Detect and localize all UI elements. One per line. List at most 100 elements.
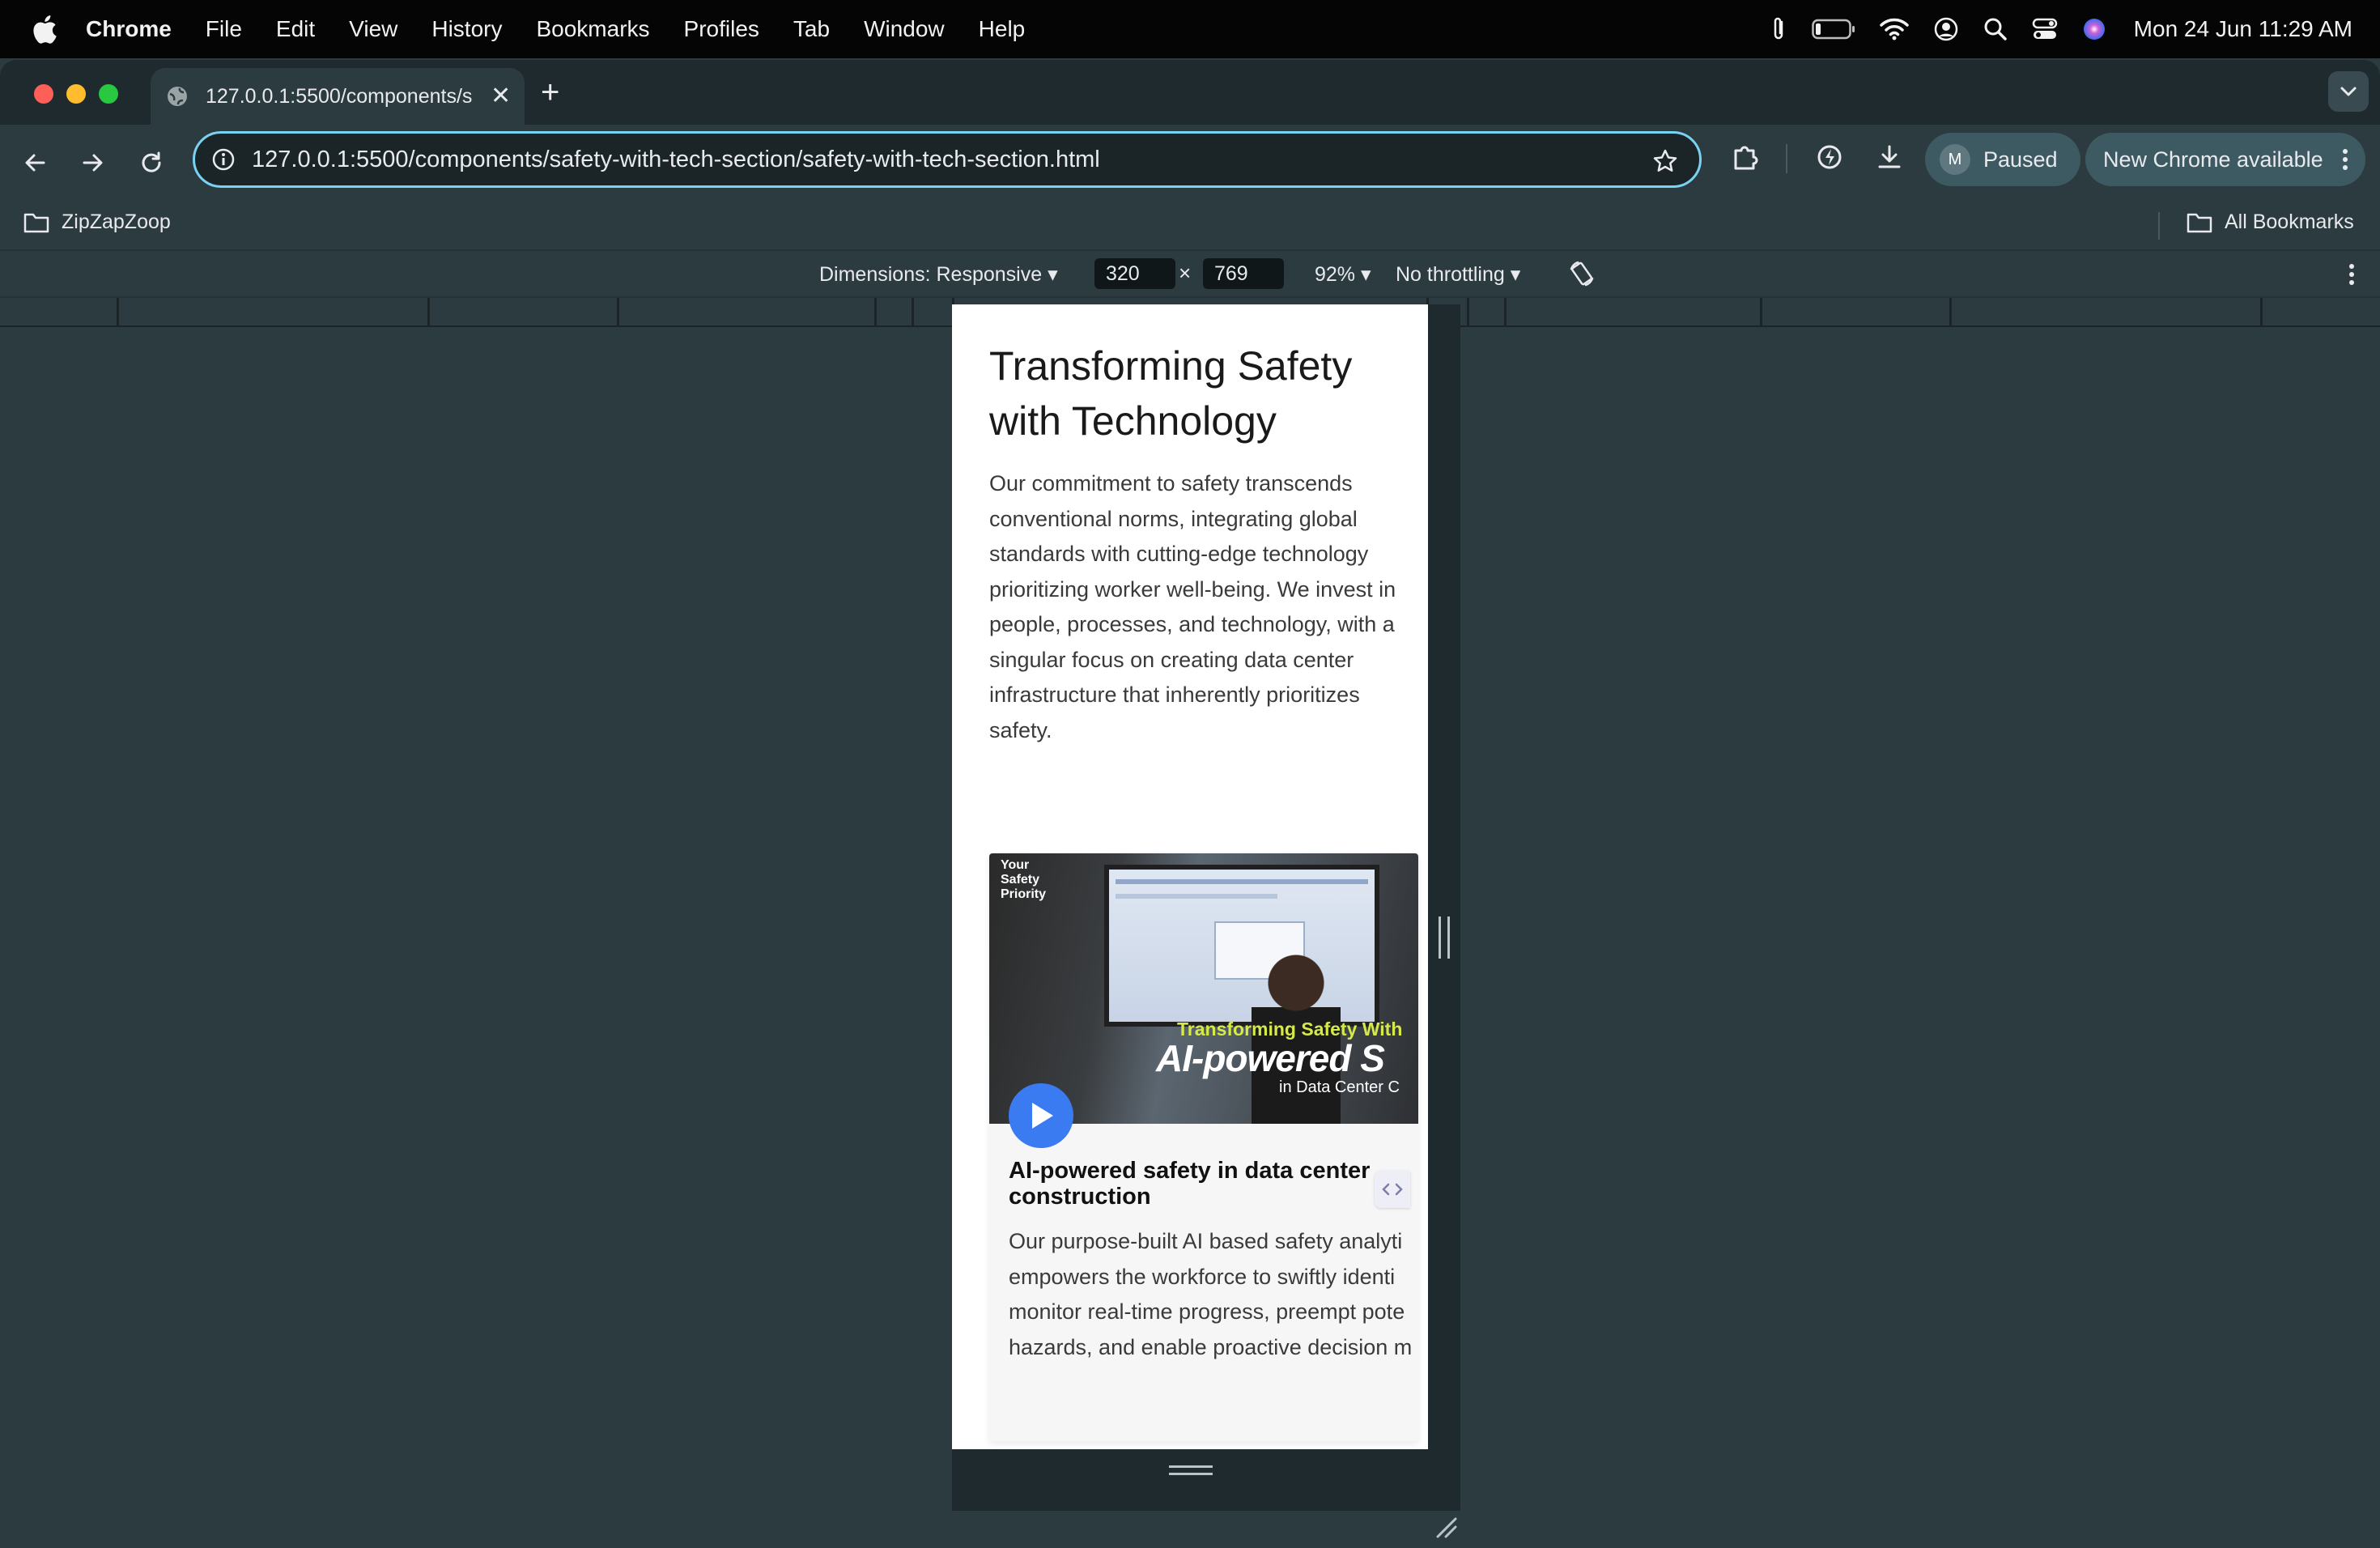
screen-bar <box>1116 879 1368 884</box>
video-thumbnail[interactable]: Your Safety Priority Transforming Safety… <box>989 853 1418 1124</box>
apple-icon[interactable] <box>29 13 58 45</box>
chevron-down-icon <box>2340 87 2357 96</box>
resize-corner-icon[interactable] <box>1434 1516 1457 1538</box>
dimension-separator: × <box>1179 261 1192 285</box>
card-description-line: empowers the workforce to swiftly identi <box>1009 1264 1396 1289</box>
back-button[interactable] <box>16 144 53 181</box>
device-toolbar: Dimensions: Responsive ▾ 320 × 769 92% ▾… <box>0 251 2380 298</box>
profile-status: Paused <box>1983 147 2058 172</box>
ruler-tick <box>874 298 877 327</box>
zoom-dropdown[interactable]: 92% ▾ <box>1315 262 1371 287</box>
profile-button[interactable]: M Paused <box>1925 133 2080 186</box>
screen-bar <box>1116 894 1277 899</box>
code-icon <box>1382 1183 1403 1196</box>
viewport-resize-right[interactable] <box>1428 304 1460 1511</box>
avatar: M <box>1940 144 1970 175</box>
bookmark-label: ZipZapZoop <box>62 211 171 233</box>
page-title: Transforming Safety with Technology <box>989 343 1353 444</box>
battery-icon[interactable] <box>1811 19 1855 40</box>
menu-profiles[interactable]: Profiles <box>684 16 759 42</box>
tab-close-button[interactable]: ✕ <box>491 84 511 108</box>
clock[interactable]: Mon 24 Jun 11:29 AM <box>2134 16 2352 42</box>
globe-icon <box>168 87 187 106</box>
bookmarks-divider <box>2158 212 2160 240</box>
viewport-width-input[interactable]: 320 <box>1094 258 1175 289</box>
user-account-icon[interactable] <box>1933 16 1959 42</box>
reload-button[interactable] <box>133 144 170 181</box>
all-bookmarks-button[interactable]: All Bookmarks <box>2186 211 2354 234</box>
play-button[interactable] <box>1009 1083 1073 1148</box>
card-description-line: Our purpose-built AI based safety analyt… <box>1009 1229 1403 1253</box>
update-label: New Chrome available <box>2103 147 2323 172</box>
device-toolbar-more-icon[interactable] <box>2348 262 2356 287</box>
resize-handle[interactable] <box>1439 916 1450 959</box>
paperclip-icon[interactable] <box>1770 15 1787 43</box>
extension-floating-button[interactable] <box>1375 1171 1410 1208</box>
browser-toolbar: 127.0.0.1:5500/components/safety-with-te… <box>0 125 2380 201</box>
forward-button[interactable] <box>74 144 112 181</box>
menu-edit[interactable]: Edit <box>276 16 315 42</box>
ruler-tick <box>2260 298 2263 327</box>
card-title: AI-powered safety in data center constru… <box>1009 1158 1371 1210</box>
url-text[interactable]: 127.0.0.1:5500/components/safety-with-te… <box>252 147 1100 173</box>
menu-bookmarks[interactable]: Bookmarks <box>536 16 649 42</box>
reload-icon <box>142 151 161 172</box>
bookmark-folder-zipzapzoop[interactable]: ZipZapZoop <box>23 211 171 234</box>
ruler-tick <box>117 298 119 327</box>
ruler-tick <box>1504 298 1507 327</box>
more-vertical-icon[interactable] <box>2341 147 2349 172</box>
toolbar-divider <box>1786 144 1787 173</box>
fullscreen-window-button[interactable] <box>99 84 118 104</box>
minimize-window-button[interactable] <box>66 84 86 104</box>
resize-handle[interactable] <box>1169 1465 1213 1475</box>
menu-file[interactable]: File <box>206 16 242 42</box>
menu-history[interactable]: History <box>431 16 502 42</box>
thumbnail-headline: AI-powered S <box>1156 1037 1385 1079</box>
extensions-icon[interactable] <box>1731 142 1760 172</box>
arrow-right-icon <box>83 154 103 172</box>
active-tab[interactable]: 127.0.0.1:5500/components/s ✕ <box>151 68 525 125</box>
spotlight-search-icon[interactable] <box>1983 17 2008 41</box>
menu-window[interactable]: Window <box>864 16 945 42</box>
ruler-tick <box>1949 298 1952 327</box>
folder-icon <box>23 213 49 232</box>
control-center-icon[interactable] <box>2032 18 2058 40</box>
thumbnail-badge: Your Safety Priority <box>1001 858 1047 901</box>
menu-tab[interactable]: Tab <box>793 16 830 42</box>
tab-strip: 127.0.0.1:5500/components/s ✕ + <box>0 60 2380 125</box>
viewport-resize-bottom[interactable] <box>952 1449 1428 1511</box>
rotate-icon[interactable] <box>1567 259 1596 288</box>
tab-search-button[interactable] <box>2328 71 2369 112</box>
all-bookmarks-label: All Bookmarks <box>2225 211 2354 233</box>
card-description-line: monitor real-time progress, preempt pote <box>1009 1299 1405 1324</box>
close-window-button[interactable] <box>34 84 53 104</box>
address-bar[interactable]: 127.0.0.1:5500/components/safety-with-te… <box>193 131 1702 188</box>
play-icon <box>1032 1103 1053 1129</box>
viewport-height-input[interactable]: 769 <box>1203 258 1284 289</box>
performance-icon[interactable] <box>1815 142 1844 172</box>
card-description: Our purpose-built AI based safety analyt… <box>1009 1224 1428 1365</box>
bookmark-star-icon[interactable] <box>1652 148 1678 174</box>
tab-title: 127.0.0.1:5500/components/s <box>206 84 473 108</box>
ruler-tick <box>1467 298 1469 327</box>
ruler-tick <box>912 298 914 327</box>
video-card[interactable]: Your Safety Priority Transforming Safety… <box>989 853 1418 1441</box>
download-icon[interactable] <box>1875 142 1904 172</box>
menu-view[interactable]: View <box>349 16 397 42</box>
page-description: Our commitment to safety transcends conv… <box>989 471 1396 742</box>
bookmarks-bar: ZipZapZoop All Bookmarks <box>0 201 2380 251</box>
folder-icon <box>2187 213 2212 232</box>
new-tab-button[interactable]: + <box>541 76 559 108</box>
menu-help[interactable]: Help <box>979 16 1026 42</box>
update-chrome-button[interactable]: New Chrome available <box>2085 133 2365 186</box>
ruler-tick <box>427 298 430 327</box>
dimensions-dropdown[interactable]: Dimensions: Responsive ▾ <box>819 262 1058 287</box>
card-description-line: hazards, and enable proactive decision m <box>1009 1334 1413 1359</box>
macos-menubar: Chrome File Edit View History Bookmarks … <box>0 0 2380 58</box>
site-info-icon[interactable] <box>211 147 236 172</box>
siri-icon[interactable] <box>2082 17 2106 41</box>
ruler-tick <box>617 298 619 327</box>
menu-chrome[interactable]: Chrome <box>86 16 172 42</box>
throttling-dropdown[interactable]: No throttling ▾ <box>1396 262 1520 287</box>
wifi-icon[interactable] <box>1879 18 1909 40</box>
